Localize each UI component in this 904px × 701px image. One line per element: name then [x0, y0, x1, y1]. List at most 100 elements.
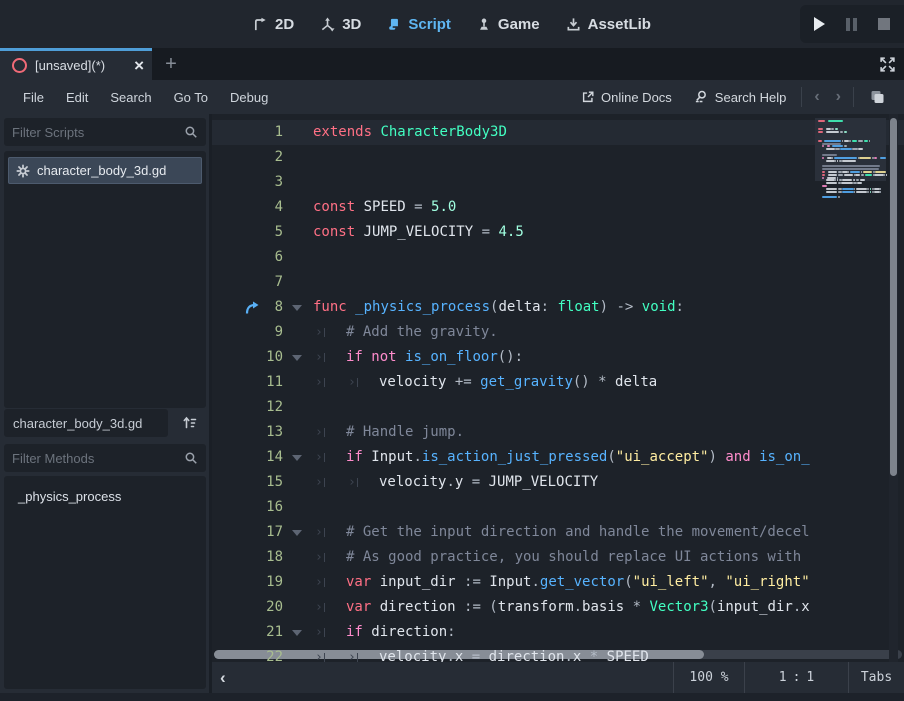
code-line[interactable]: 3	[212, 170, 815, 195]
menu-debug[interactable]: Debug	[219, 90, 279, 105]
script-tab-unsaved[interactable]: [unsaved](*) ×	[0, 48, 152, 80]
play-button[interactable]	[814, 17, 825, 31]
line-number: 17	[264, 520, 283, 545]
line-number: 6	[264, 245, 283, 270]
code-line[interactable]: 20var direction := (transform.basis * Ve…	[212, 595, 815, 620]
history-back-icon[interactable]: ‹	[806, 88, 827, 106]
assetlib-icon	[566, 17, 581, 32]
code-line[interactable]: 13# Handle jump.	[212, 420, 815, 445]
code-line[interactable]: 12	[212, 395, 815, 420]
code-line[interactable]: 4const SPEED = 5.0	[212, 195, 815, 220]
vertical-scrollbar[interactable]	[889, 114, 898, 662]
script-item-label: character_body_3d.gd	[37, 163, 166, 178]
script-list-item-selected[interactable]: character_body_3d.gd	[8, 157, 202, 184]
pause-button[interactable]	[846, 18, 857, 31]
line-number: 4	[264, 195, 283, 220]
expand-icon[interactable]	[878, 55, 897, 74]
stop-button[interactable]	[878, 18, 890, 30]
code-line[interactable]: 18# As good practice, you should replace…	[212, 545, 815, 570]
menu-file[interactable]: File	[12, 90, 55, 105]
line-number: 18	[264, 545, 283, 570]
menu-goto[interactable]: Go To	[163, 90, 219, 105]
code-line[interactable]: 14if Input.is_action_just_pressed("ui_ac…	[212, 445, 815, 470]
fold-chevron-icon[interactable]	[283, 620, 313, 645]
fold-chevron-icon[interactable]	[283, 295, 313, 320]
zoom-level[interactable]: 100 %	[673, 662, 744, 693]
bottom-strip	[0, 693, 904, 701]
code-line[interactable]: 7	[212, 270, 815, 295]
tab-label: [unsaved](*)	[35, 58, 126, 73]
code-line[interactable]: 10if not is_on_floor():	[212, 345, 815, 370]
3d-icon	[320, 17, 335, 32]
vertical-scrollbar-thumb[interactable]	[890, 118, 897, 476]
tab-script[interactable]: Script	[387, 16, 451, 33]
code-line[interactable]: 21if direction:	[212, 620, 815, 645]
tab-3d[interactable]: 3D	[320, 16, 361, 33]
sort-methods-button[interactable]	[174, 409, 206, 437]
menu-edit[interactable]: Edit	[55, 90, 99, 105]
gear-icon	[16, 164, 30, 178]
scripts-list: character_body_3d.gd	[4, 151, 206, 408]
divider	[801, 87, 802, 107]
workspace-switcher: 2D 3D Script Game AssetLib	[0, 0, 904, 48]
filter-scripts-placeholder: Filter Scripts	[12, 125, 184, 140]
code-line[interactable]: 5const JUMP_VELOCITY = 4.5	[212, 220, 815, 245]
filter-methods-placeholder: Filter Methods	[12, 451, 184, 466]
playback-panel	[800, 5, 904, 43]
code-editor[interactable]: 1extends CharacterBody3D234const SPEED =…	[212, 114, 904, 662]
scripts-sidebar: Filter Scripts character_body_3d.gd char…	[0, 114, 209, 693]
code-line[interactable]: 17# Get the input direction and handle t…	[212, 520, 815, 545]
fold-chevron-icon[interactable]	[283, 520, 313, 545]
script-menubar: File Edit Search Go To Debug Online Docs…	[0, 80, 904, 114]
menu-search[interactable]: Search	[99, 90, 162, 105]
line-number: 2	[264, 145, 283, 170]
method-list-item[interactable]: _physics_process	[18, 489, 121, 504]
line-number: 15	[264, 470, 283, 495]
menu-right: Online Docs Search Help ‹ ›	[570, 87, 904, 107]
line-number: 16	[264, 495, 283, 520]
filter-methods-input[interactable]: Filter Methods	[4, 444, 206, 472]
history-forward-icon[interactable]: ›	[828, 88, 849, 106]
fold-chevron-icon[interactable]	[283, 345, 313, 370]
divider	[853, 87, 854, 107]
code-line[interactable]: 11velocity += get_gravity() * delta	[212, 370, 815, 395]
fold-chevron-icon[interactable]	[283, 445, 313, 470]
filter-scripts-input[interactable]: Filter Scripts	[4, 118, 206, 146]
code-line[interactable]: 16	[212, 495, 815, 520]
script-icon	[387, 17, 401, 32]
override-method-icon	[244, 300, 261, 316]
code-line[interactable]: 1extends CharacterBody3D	[212, 120, 904, 145]
code-line[interactable]: 6	[212, 245, 815, 270]
close-icon[interactable]: ×	[134, 57, 144, 74]
line-number: 21	[264, 620, 283, 645]
2d-icon	[253, 17, 268, 32]
code-minimap[interactable]	[815, 114, 886, 662]
code-line[interactable]: 9# Add the gravity.	[212, 320, 815, 345]
game-icon	[477, 17, 491, 32]
search-help-button[interactable]: Search Help	[683, 90, 798, 105]
line-number: 5	[264, 220, 283, 245]
script-tab-strip: [unsaved](*) × +	[0, 48, 904, 80]
line-number: 20	[264, 595, 283, 620]
caret-position: 1 : 1	[744, 662, 848, 693]
tab-2d[interactable]: 2D	[253, 16, 294, 33]
code-line[interactable]: 15velocity.y = JUMP_VELOCITY	[212, 470, 815, 495]
line-number: 12	[264, 395, 283, 420]
line-number: 10	[264, 345, 283, 370]
tab-game[interactable]: Game	[477, 16, 540, 33]
editor-topbar: 2D 3D Script Game AssetLib	[0, 0, 904, 48]
tab-assetlib[interactable]: AssetLib	[566, 16, 651, 33]
code-line[interactable]: 22velocity.x = direction.x * SPEED	[212, 645, 815, 662]
search-icon	[184, 451, 198, 465]
caret-line: 1	[779, 670, 787, 685]
code-line[interactable]: 19var input_dir := Input.get_vector("ui_…	[212, 570, 815, 595]
code-line[interactable]: 8func _physics_process(delta: float) -> …	[212, 295, 815, 320]
indent-mode[interactable]: Tabs	[848, 662, 904, 693]
methods-list: _physics_process	[4, 476, 206, 689]
panel-layout-button[interactable]	[858, 89, 896, 105]
code-line[interactable]: 2	[212, 145, 815, 170]
external-link-icon	[581, 90, 595, 104]
online-docs-button[interactable]: Online Docs	[570, 90, 683, 105]
current-file-label: character_body_3d.gd	[4, 409, 168, 437]
new-script-button[interactable]: +	[158, 48, 184, 80]
